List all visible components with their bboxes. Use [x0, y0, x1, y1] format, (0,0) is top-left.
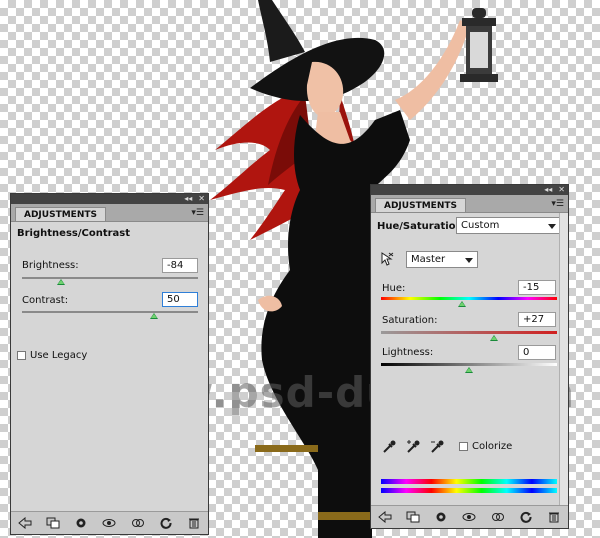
clip-layer-icon[interactable]: [405, 509, 421, 525]
brightness-label: Brightness:: [22, 260, 79, 271]
lightness-slider-thumb[interactable]: [465, 367, 473, 373]
view-previous-icon[interactable]: [101, 515, 117, 531]
channel-value: Master: [411, 254, 446, 265]
trash-icon[interactable]: [546, 509, 562, 525]
collapse-icon[interactable]: ◂◂: [544, 185, 552, 195]
dress-hem-lower: [318, 512, 372, 520]
close-icon[interactable]: ✕: [558, 185, 565, 195]
contrast-label: Contrast:: [22, 295, 69, 306]
adjustments-panel-hue-saturation: ◂◂ ✕ ADJUSTMENTS ▾☰ Hue/Saturation Custo…: [370, 184, 569, 529]
visibility-eye-icon[interactable]: [433, 509, 449, 525]
saturation-track[interactable]: [381, 331, 557, 334]
input-spectrum-bar: [381, 479, 557, 484]
adjustment-title: Brightness/Contrast: [17, 228, 131, 239]
saturation-slider-thumb[interactable]: [489, 335, 498, 341]
chevron-down-icon: [465, 258, 473, 263]
brightness-input[interactable]: -84: [162, 258, 198, 273]
lightness-label: Lightness:: [382, 347, 434, 358]
eyedropper-plus-icon[interactable]: [405, 439, 421, 455]
output-spectrum-bar: [381, 488, 557, 493]
panel-tab-bar: ADJUSTMENTS ▾☰: [11, 204, 208, 222]
eyedropper-minus-icon[interactable]: [429, 439, 445, 455]
collapse-icon[interactable]: ◂◂: [184, 194, 192, 204]
panel-header-bar: ◂◂ ✕: [11, 194, 208, 204]
use-legacy-checkbox[interactable]: [17, 351, 26, 360]
preset-value: Custom: [461, 220, 500, 231]
channel-dropdown[interactable]: Master: [406, 251, 478, 268]
hue-slider-thumb[interactable]: [457, 301, 466, 307]
contrast-slider-track[interactable]: [22, 311, 198, 313]
hue-label: Hue:: [382, 283, 406, 294]
view-previous-icon[interactable]: [461, 509, 477, 525]
tab-adjustments[interactable]: ADJUSTMENTS: [15, 207, 106, 221]
back-arrow-icon[interactable]: [377, 509, 393, 525]
reset-icon[interactable]: [158, 515, 174, 531]
tab-adjustments[interactable]: ADJUSTMENTS: [375, 198, 466, 212]
panel-footer-toolbar: [371, 505, 568, 528]
back-arrow-icon[interactable]: [17, 515, 33, 531]
colorize-checkbox[interactable]: [459, 442, 468, 451]
adjustments-panel-brightness-contrast: ◂◂ ✕ ADJUSTMENTS ▾☰ Brightness/Contrast …: [10, 193, 209, 535]
trash-icon[interactable]: [186, 515, 202, 531]
link-icon[interactable]: [490, 509, 506, 525]
lightness-track[interactable]: [381, 363, 557, 366]
brightness-slider-track[interactable]: [22, 277, 198, 279]
colorize-label: Colorize: [472, 441, 513, 452]
panel-tab-bar: ADJUSTMENTS ▾☰: [371, 195, 568, 213]
use-legacy-label: Use Legacy: [30, 350, 88, 361]
panel-header-bar: ◂◂ ✕: [371, 185, 568, 195]
on-image-adjust-icon[interactable]: [379, 251, 395, 267]
lightness-input[interactable]: 0: [518, 345, 556, 360]
saturation-input[interactable]: +27: [518, 312, 556, 327]
clip-layer-icon[interactable]: [45, 515, 61, 531]
panel-menu-icon[interactable]: ▾☰: [191, 207, 204, 219]
panel-menu-icon[interactable]: ▾☰: [551, 198, 564, 210]
lantern: [460, 8, 498, 82]
panel-footer-toolbar: [11, 511, 208, 534]
brightness-slider-thumb[interactable]: [56, 279, 65, 285]
saturation-label: Saturation:: [382, 315, 438, 326]
link-icon[interactable]: [130, 515, 146, 531]
raised-arm: [395, 20, 470, 120]
visibility-eye-icon[interactable]: [73, 515, 89, 531]
adjustment-title: Hue/Saturation: [377, 221, 463, 232]
hue-input[interactable]: -15: [518, 280, 556, 295]
contrast-slider-thumb[interactable]: [150, 313, 158, 319]
chevron-down-icon: [548, 224, 556, 229]
hue-spectrum-track[interactable]: [381, 297, 557, 300]
panel-scrollbar[interactable]: [559, 213, 568, 506]
preset-dropdown[interactable]: Custom: [456, 217, 561, 234]
eyedropper-icon[interactable]: [381, 439, 397, 455]
close-icon[interactable]: ✕: [198, 194, 205, 204]
reset-icon[interactable]: [518, 509, 534, 525]
contrast-input[interactable]: 50: [162, 292, 198, 307]
dress-hem: [255, 445, 318, 452]
